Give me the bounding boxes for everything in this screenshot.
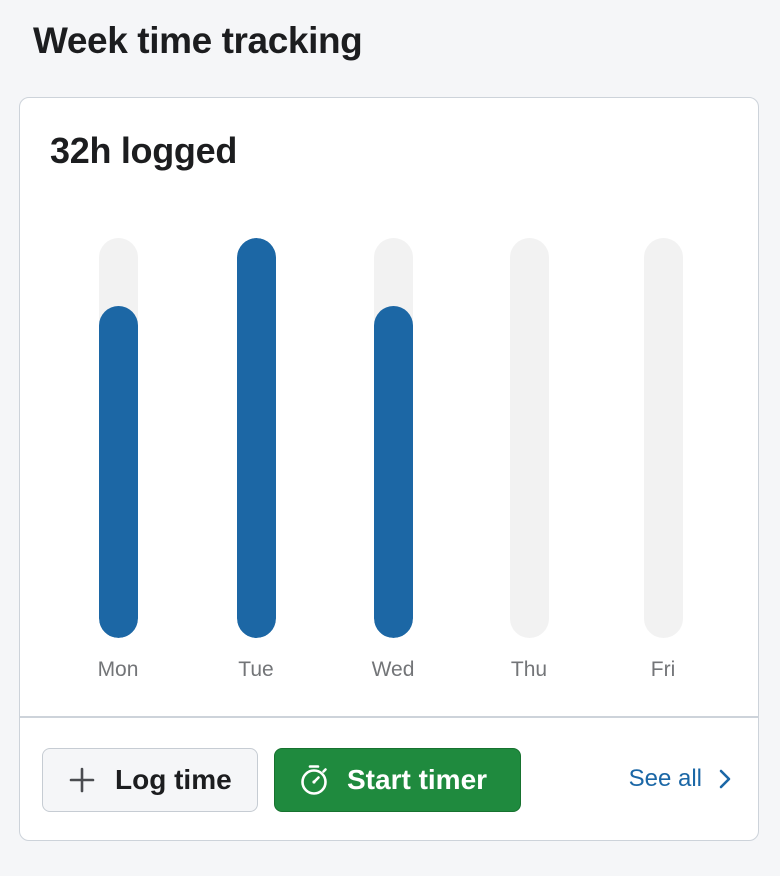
bar-track-wed — [373, 238, 413, 638]
bar-track-thu — [509, 238, 549, 638]
start-timer-button[interactable]: Start timer — [274, 748, 521, 812]
time-tracking-card: 32h logged Mon Tue Wed Thu Fri Log time Star… — [19, 97, 759, 841]
bar-wed — [373, 306, 413, 638]
see-all-label: See all — [628, 765, 702, 792]
day-label-fri: Fri — [650, 658, 676, 681]
card-divider — [20, 716, 758, 718]
bar-track-mon — [98, 238, 138, 638]
chevron-right-icon — [718, 768, 732, 790]
start-timer-label: Start timer — [347, 764, 488, 795]
log-time-label: Log time — [115, 764, 232, 795]
page-title: Week time tracking — [33, 20, 363, 61]
see-all-link[interactable]: See all — [629, 762, 732, 796]
day-label-mon: Mon — [97, 658, 139, 681]
plus-icon — [67, 765, 97, 795]
day-label-wed: Wed — [371, 658, 415, 681]
stopwatch-icon — [299, 765, 329, 795]
bar-mon — [98, 306, 138, 638]
bar-track-fri — [643, 238, 683, 638]
day-label-thu: Thu — [510, 658, 548, 681]
bar-tue — [236, 238, 276, 638]
log-time-button[interactable]: Log time — [42, 748, 258, 812]
weekly-bar-chart: Mon Tue Wed Thu Fri — [20, 98, 760, 718]
day-label-tue: Tue — [238, 658, 274, 681]
bar-track-tue — [236, 238, 276, 638]
